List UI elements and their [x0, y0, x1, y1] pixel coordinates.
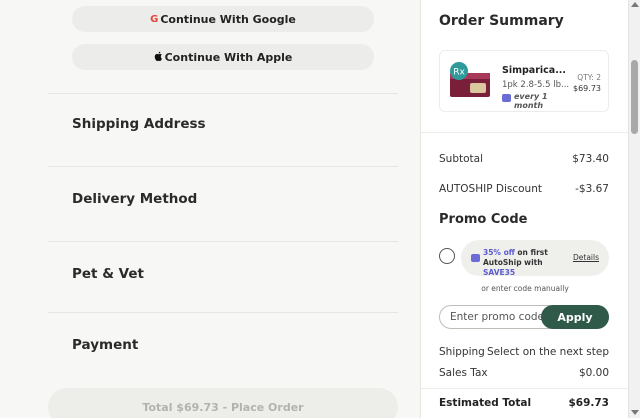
- delivery-method-section[interactable]: Delivery Method: [72, 191, 197, 207]
- google-icon: G: [150, 13, 159, 25]
- product-qty: QTY: 2: [577, 73, 601, 82]
- discount-value: -$3.67: [575, 183, 609, 195]
- continue-with-apple-button[interactable]: Continue With Apple: [72, 44, 374, 70]
- autoship-icon: [502, 94, 511, 102]
- promo-details-link[interactable]: Details: [573, 253, 599, 262]
- product-image: Rx: [446, 59, 492, 103]
- order-summary-title: Order Summary: [439, 13, 564, 29]
- sales-tax-value: $0.00: [578, 367, 609, 379]
- autoship-discount-row: AUTOSHIP Discount -$3.67: [439, 183, 609, 195]
- google-button-label: Continue With Google: [160, 12, 296, 26]
- sales-tax-label: Sales Tax: [439, 367, 488, 379]
- divider: [48, 166, 398, 167]
- divider: [421, 388, 629, 389]
- sales-tax-row: Sales Tax $0.00: [439, 367, 609, 379]
- autoship-frequency-text: every 1 month: [514, 92, 548, 110]
- promo-offer-text: 35% off on first AutoShip with SAVE35: [483, 248, 548, 277]
- scroll-thumb[interactable]: [631, 60, 638, 134]
- shipping-label: Shipping: [439, 346, 485, 358]
- shipping-value: Select on the next step: [486, 346, 609, 358]
- order-summary-panel: Order Summary Rx Simparica... 1pk 2.8-5.…: [420, 0, 629, 418]
- apply-button[interactable]: Apply: [541, 305, 609, 329]
- scrollbar[interactable]: [628, 0, 640, 418]
- subtotal-value: $73.40: [572, 153, 609, 165]
- product-name: Simparica...: [502, 65, 567, 76]
- scroll-down-arrow-icon[interactable]: [631, 410, 639, 415]
- apple-button-label: Continue With Apple: [164, 50, 293, 64]
- estimated-total-row: Estimated Total $69.73: [439, 397, 609, 409]
- manual-code-hint: or enter code manually: [481, 284, 569, 293]
- divider: [48, 93, 398, 94]
- promo-offer[interactable]: 35% off on first AutoShip with SAVE35 De…: [461, 240, 609, 277]
- tag-icon: [471, 254, 480, 262]
- discount-label: AUTOSHIP Discount: [439, 183, 542, 195]
- checkout-form: G Continue With Google Continue With App…: [0, 0, 420, 418]
- divider: [421, 132, 629, 133]
- promo-radio[interactable]: [439, 248, 455, 264]
- divider: [48, 312, 398, 313]
- svg-text:Rx: Rx: [453, 68, 465, 78]
- autoship-frequency: every 1 month: [502, 92, 554, 110]
- apple-icon: [154, 51, 163, 64]
- pet-vet-section[interactable]: Pet & Vet: [72, 266, 144, 282]
- subtotal-label: Subtotal: [439, 153, 483, 165]
- product-card[interactable]: Rx Simparica... 1pk 2.8-5.5 lb... every …: [439, 50, 609, 112]
- place-order-button[interactable]: Total $69.73 - Place Order: [48, 388, 398, 418]
- estimated-total-value: $69.73: [568, 397, 609, 409]
- shipping-address-section[interactable]: Shipping Address: [72, 116, 206, 132]
- product-price: $69.73: [573, 84, 601, 93]
- continue-with-google-button[interactable]: G Continue With Google: [72, 6, 374, 32]
- shipping-row: Shipping Select on the next step: [439, 346, 609, 358]
- payment-section[interactable]: Payment: [72, 337, 138, 353]
- estimated-total-label: Estimated Total: [439, 397, 532, 409]
- product-variant: 1pk 2.8-5.5 lb...: [502, 80, 570, 90]
- subtotal-row: Subtotal $73.40: [439, 153, 609, 165]
- promo-code-title: Promo Code: [439, 212, 528, 227]
- scroll-up-arrow-icon[interactable]: [631, 2, 639, 7]
- divider: [48, 241, 398, 242]
